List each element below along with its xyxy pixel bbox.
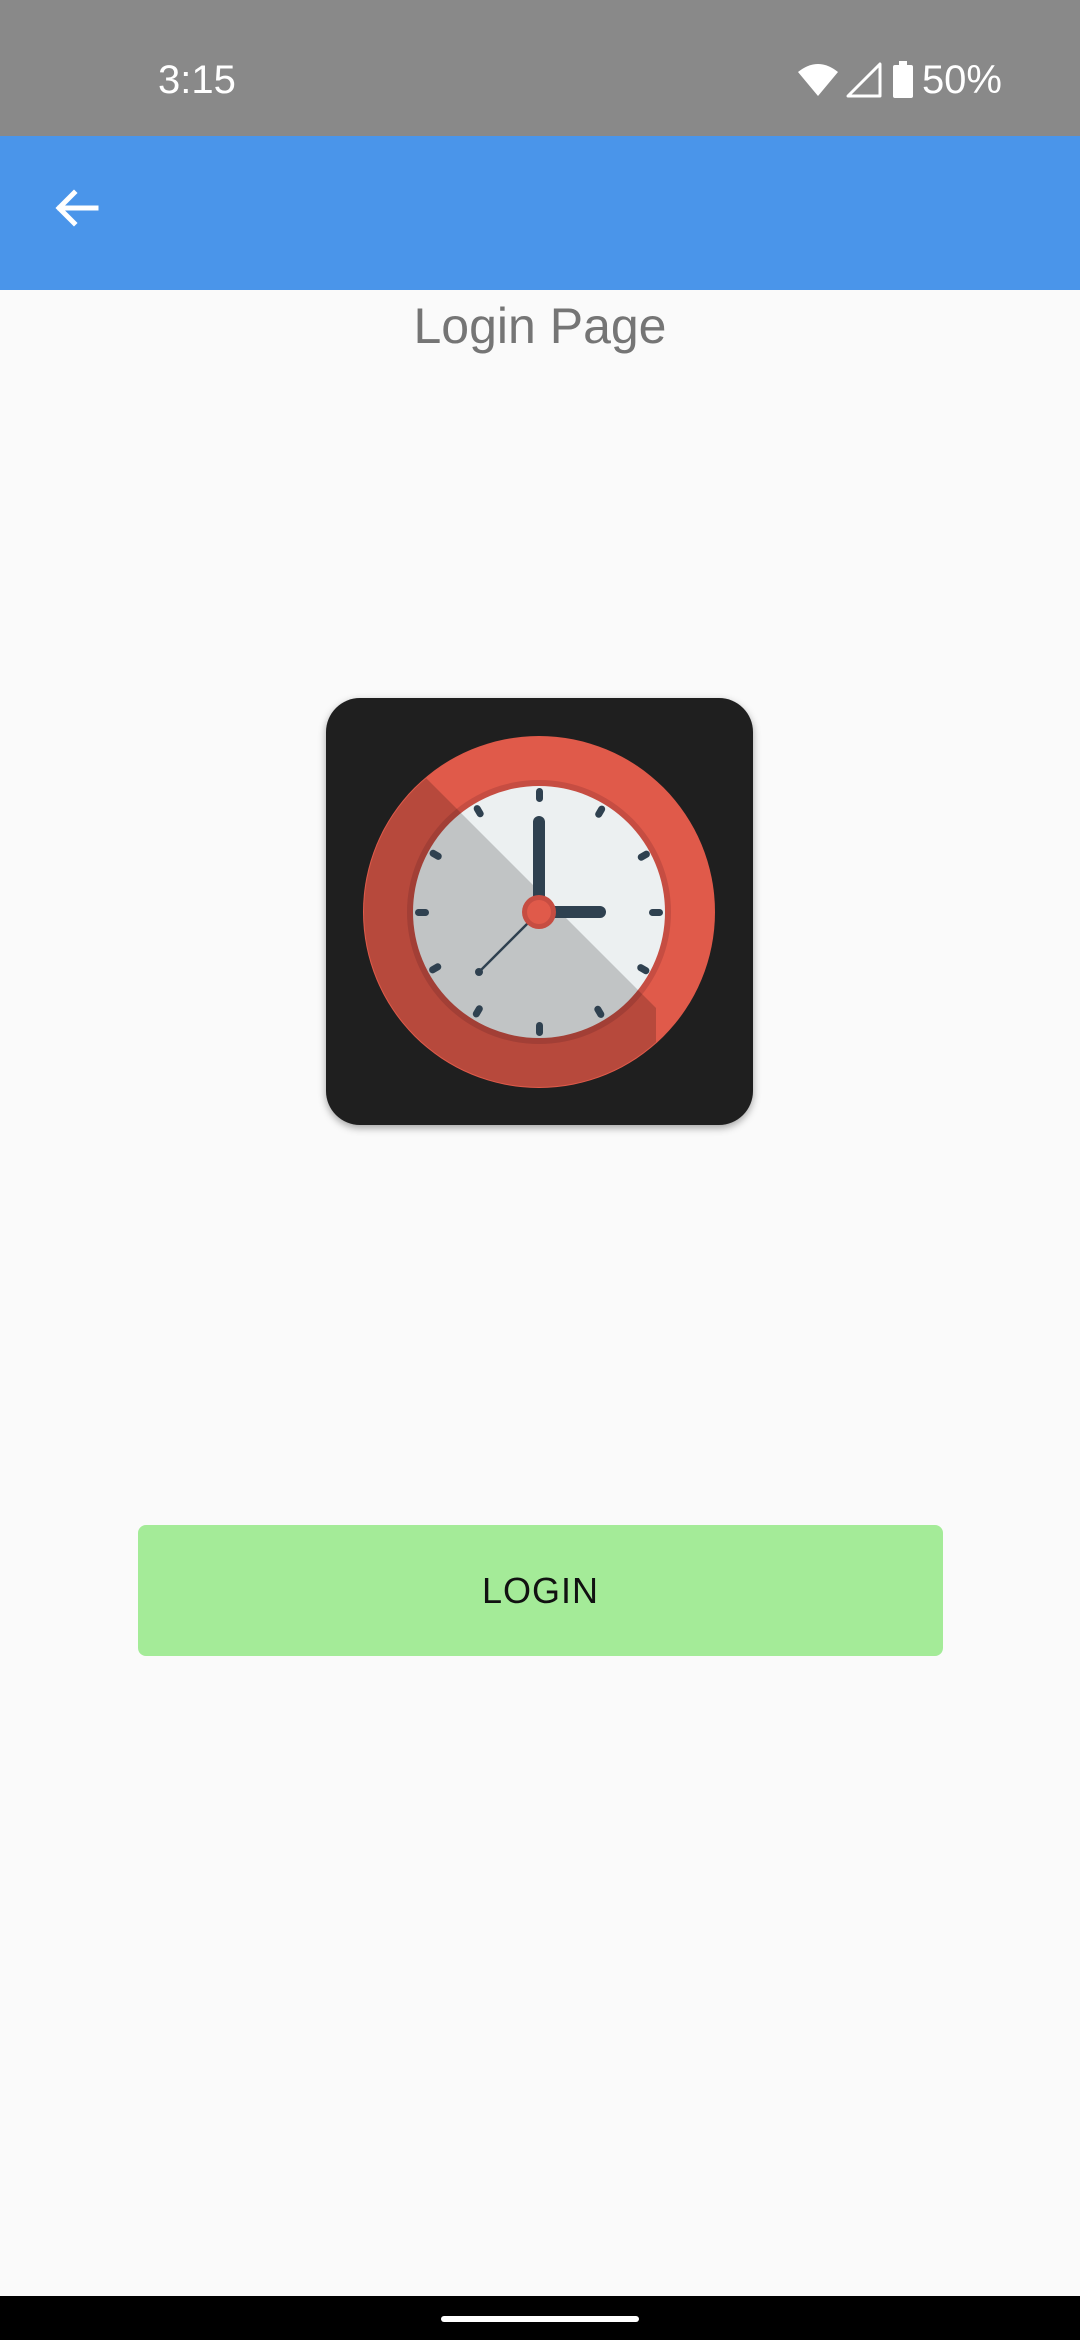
status-bar: 3:15 50% (0, 0, 1080, 136)
battery-percent: 50% (921, 58, 1002, 102)
wifi-icon (796, 62, 840, 98)
arrow-left-icon (52, 184, 100, 237)
navigation-bar (0, 2296, 1080, 2340)
screen: 3:15 50% Login Page LOGIN (0, 0, 1080, 2340)
login-button[interactable]: LOGIN (138, 1525, 943, 1656)
battery-icon (892, 61, 914, 99)
home-indicator[interactable] (441, 2316, 639, 2322)
clock-icon (326, 736, 753, 1125)
app-bar (0, 136, 1080, 290)
back-button[interactable] (36, 170, 116, 250)
status-time: 3:15 (158, 58, 236, 102)
page-title: Login Page (413, 298, 667, 354)
cell-signal-icon (846, 62, 882, 98)
app-logo (326, 698, 753, 1125)
status-icons: 50% (796, 56, 1002, 104)
